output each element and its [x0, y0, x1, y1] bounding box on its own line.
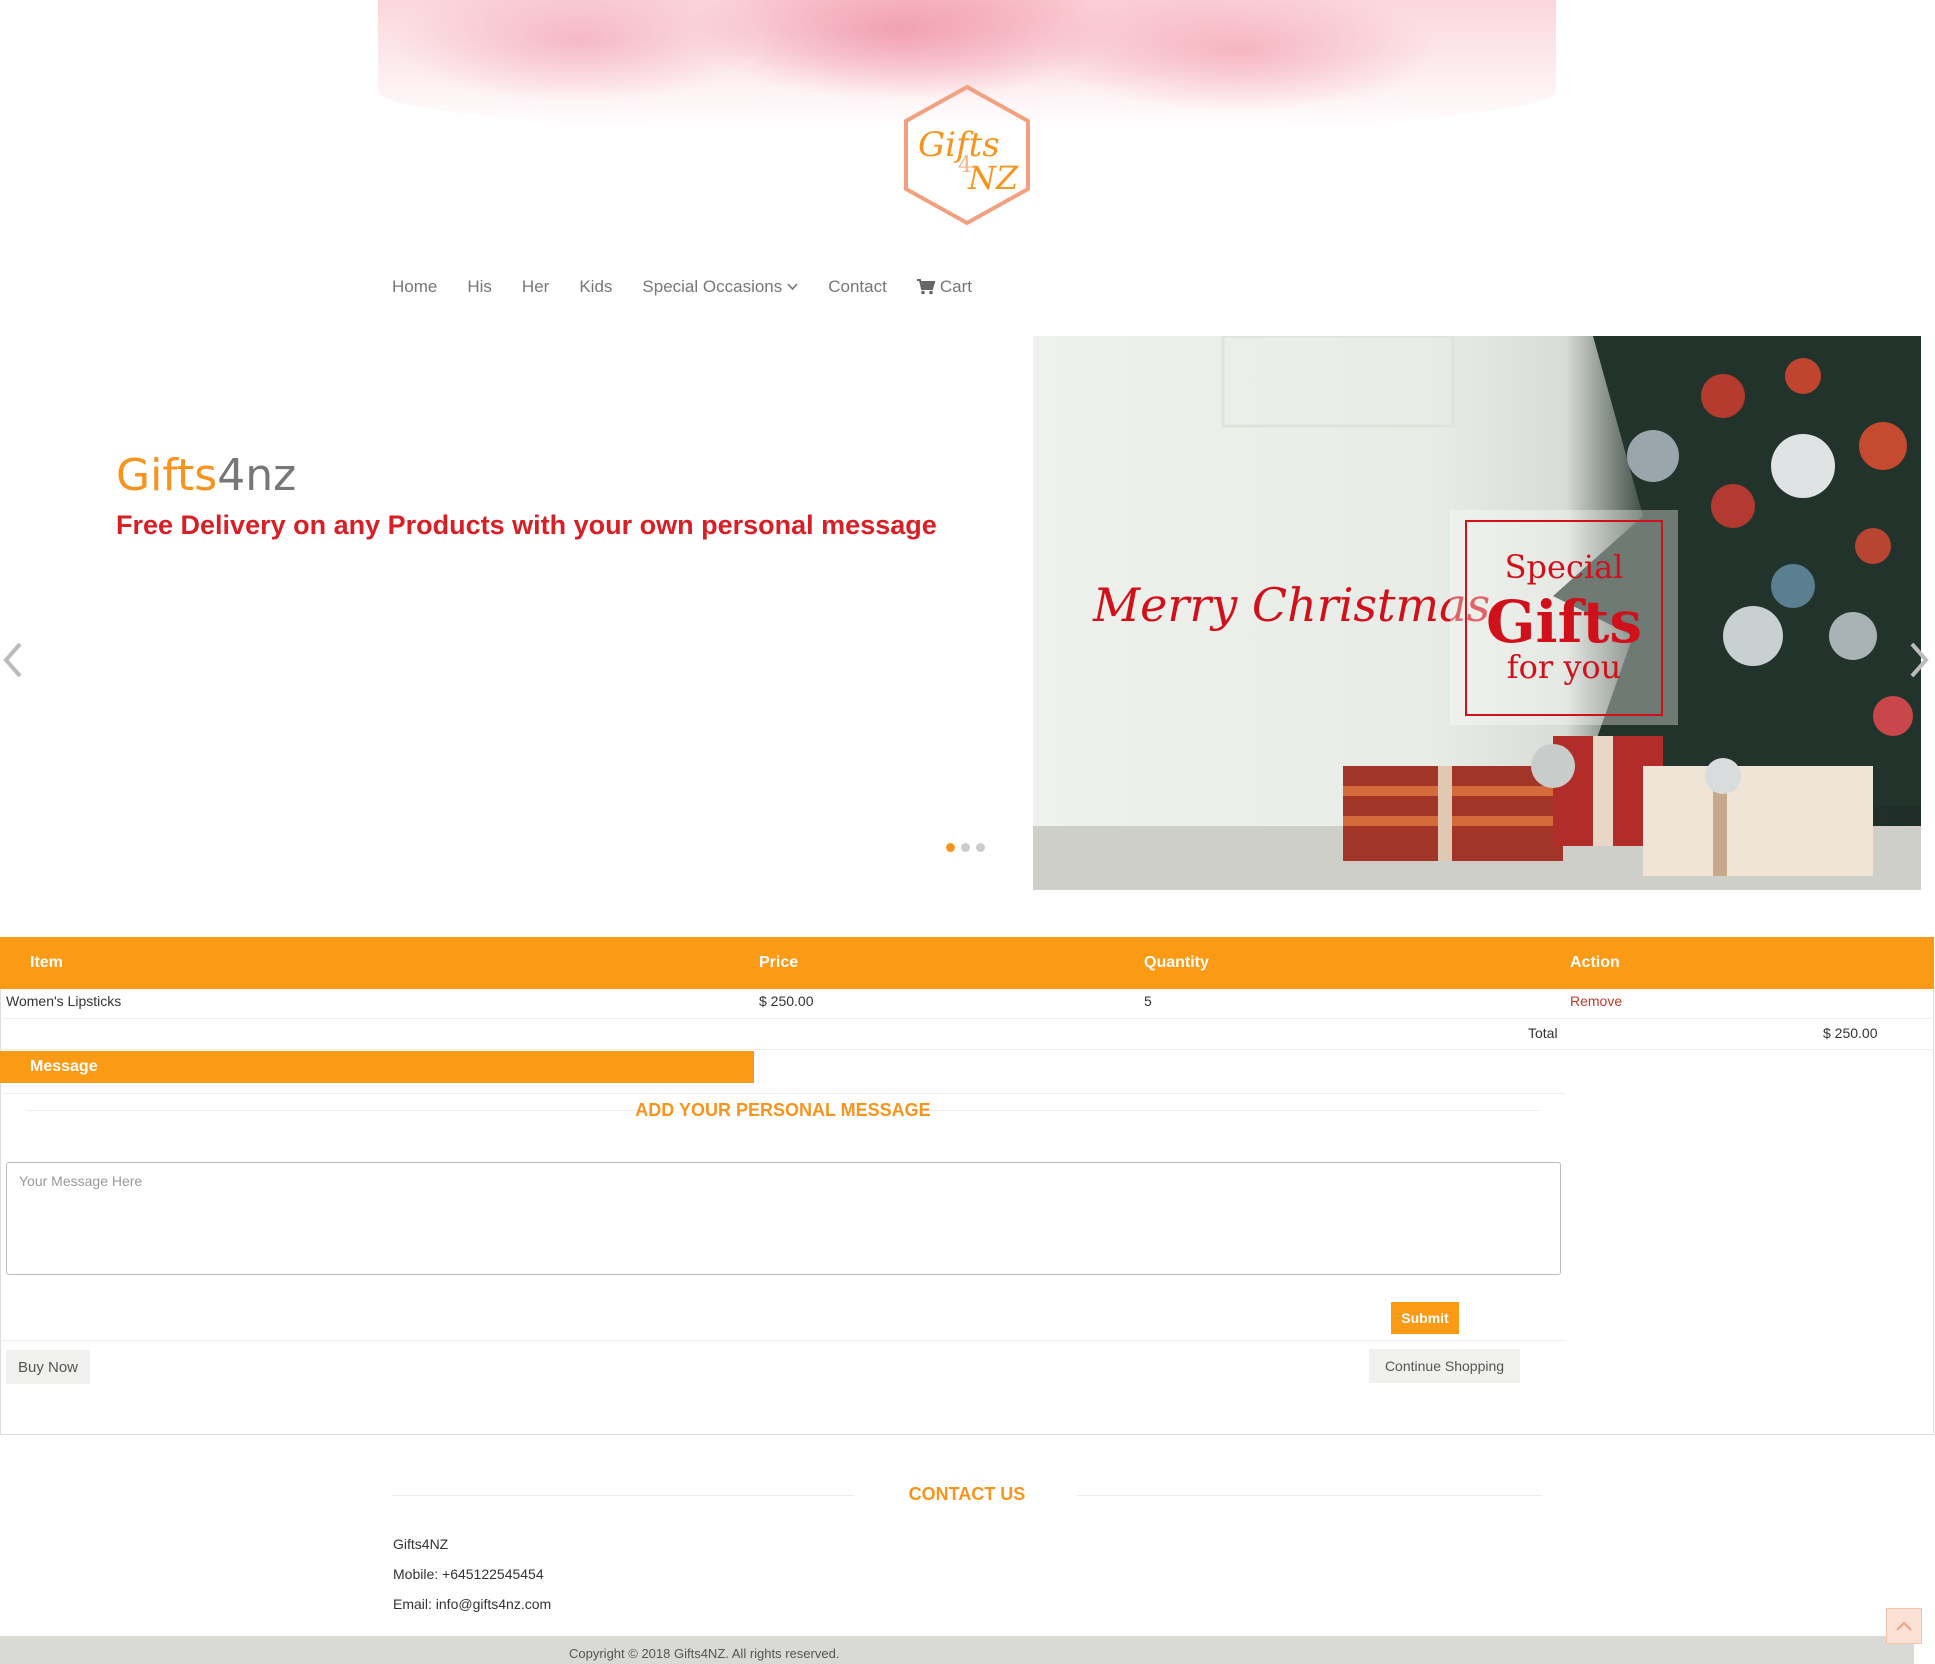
- col-header-action: Action: [1570, 954, 1620, 971]
- nav-kids[interactable]: Kids: [579, 272, 612, 302]
- cart-icon: [916, 279, 935, 295]
- slider-prev-button[interactable]: [0, 640, 24, 680]
- nav-home[interactable]: Home: [392, 272, 437, 302]
- divider: [0, 1093, 1566, 1094]
- row-divider: [0, 1018, 1934, 1019]
- contact-company: Gifts4NZ: [393, 1536, 449, 1552]
- banner-special-line2: Gifts: [1486, 588, 1642, 656]
- submit-message-button[interactable]: Submit: [1391, 1302, 1459, 1334]
- hero-brand-title: Gifts4nz: [116, 450, 296, 501]
- hero-brand-part2: 4nz: [217, 450, 297, 501]
- slider-next-button[interactable]: [1908, 640, 1932, 680]
- personal-message-input[interactable]: [6, 1162, 1561, 1275]
- nav-her[interactable]: Her: [522, 272, 549, 302]
- chevron-left-icon: [3, 642, 22, 678]
- nav-contact[interactable]: Contact: [828, 272, 887, 302]
- hero-brand-part1: Gifts: [116, 450, 218, 501]
- nav-special-occasions[interactable]: Special Occasions: [642, 272, 798, 302]
- total-value: $ 250.00: [1823, 1025, 1878, 1041]
- contact-email: Email: info@gifts4nz.com: [393, 1596, 552, 1612]
- cart-row-price: $ 250.00: [759, 993, 814, 1009]
- total-label: Total: [1528, 1025, 1558, 1041]
- message-section-header: Message: [0, 1051, 754, 1083]
- divider: [0, 1340, 1566, 1341]
- contact-us-title: CONTACT US: [908, 1484, 1026, 1504]
- chevron-right-icon: [1910, 642, 1929, 678]
- site-logo[interactable]: Gifts 4 NZ: [900, 83, 1035, 228]
- slider-dot[interactable]: [961, 843, 970, 852]
- slider-dots: [946, 843, 985, 852]
- banner-special-line3: for you: [1506, 648, 1622, 686]
- cart-table-header: Item Price Quantity Action: [0, 937, 1934, 989]
- cart-row-quantity: 5: [1144, 993, 1152, 1009]
- personal-message-title: ADD YOUR PERSONAL MESSAGE: [635, 1100, 931, 1120]
- col-header-quantity: Quantity: [1144, 954, 1209, 971]
- slider-dot[interactable]: [946, 843, 955, 852]
- chevron-down-icon: [787, 283, 798, 291]
- row-divider: [0, 1049, 1934, 1050]
- hero-subtitle: Free Delivery on any Products with your …: [116, 510, 937, 540]
- col-header-item: Item: [30, 954, 63, 971]
- logo-text-bottom: NZ: [968, 159, 1019, 197]
- chevron-up-icon: [1896, 1621, 1912, 1631]
- main-nav: Home His Her Kids Special Occasions Cont…: [392, 272, 972, 302]
- banner-special-line1: Special: [1504, 548, 1624, 586]
- contact-mobile: Mobile: +645122545454: [393, 1566, 544, 1582]
- nav-cart[interactable]: Cart: [916, 272, 972, 302]
- footer-bar: [0, 1636, 1914, 1664]
- continue-shopping-button[interactable]: Continue Shopping: [1369, 1349, 1520, 1383]
- message-header-label: Message: [30, 1058, 98, 1075]
- nav-cart-label: Cart: [939, 277, 972, 296]
- cart-row-item: Women's Lipsticks: [6, 993, 122, 1009]
- col-header-price: Price: [759, 954, 799, 971]
- nav-special-occasions-label: Special Occasions: [642, 277, 783, 296]
- buy-now-button[interactable]: Buy Now: [6, 1350, 90, 1384]
- scroll-to-top-button[interactable]: [1886, 1608, 1922, 1644]
- remove-item-link[interactable]: Remove: [1570, 993, 1622, 1009]
- footer-copyright: Copyright © 2018 Gifts4NZ. All rights re…: [569, 1646, 840, 1661]
- nav-his[interactable]: His: [467, 272, 492, 302]
- banner-merry-christmas-text: Merry Christmas: [1093, 578, 1491, 632]
- slider-dot[interactable]: [976, 843, 985, 852]
